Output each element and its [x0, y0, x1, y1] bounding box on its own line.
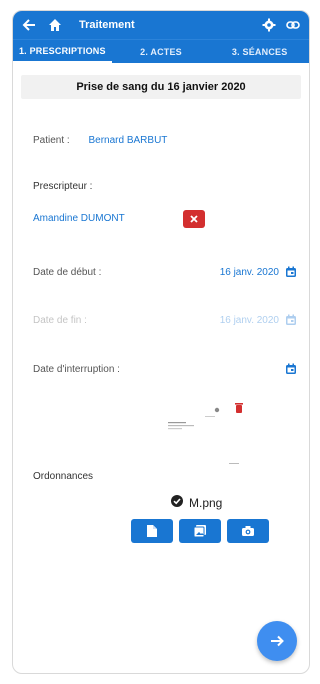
calendar-icon — [285, 314, 297, 326]
home-icon[interactable] — [47, 17, 63, 33]
date-interruption-row: Date d'interruption : — [33, 363, 297, 375]
page-title: Traitement — [79, 19, 135, 31]
remove-prescripteur-button[interactable] — [183, 210, 205, 228]
delete-icon[interactable] — [235, 400, 243, 418]
add-gallery-button[interactable] — [179, 519, 221, 543]
gallery-icon — [193, 525, 206, 538]
divider — [229, 463, 239, 464]
file-actions — [131, 519, 269, 543]
add-document-button[interactable] — [131, 519, 173, 543]
tab-seances[interactable]: 3. SÉANCES — [210, 40, 309, 63]
prescripteur-value[interactable]: Amandine DUMONT — [33, 213, 125, 224]
patient-value[interactable]: Bernard BARBUT — [88, 135, 167, 146]
tab-actes[interactable]: 2. ACTES — [112, 40, 211, 63]
check-circle-icon — [171, 495, 183, 510]
app-frame: Traitement 1. PRESCRIPTIONS 2. ACTES 3. … — [12, 10, 310, 674]
file-name[interactable]: M.png — [189, 496, 222, 510]
date-fin-value: 16 janv. 2020 — [219, 314, 279, 326]
tab-bar: 1. PRESCRIPTIONS 2. ACTES 3. SÉANCES — [13, 39, 309, 63]
date-debut-value[interactable]: 16 janv. 2020 — [220, 267, 279, 278]
date-fin-row: Date de fin : 16 janv. 2020 — [33, 314, 297, 326]
back-arrow-icon[interactable] — [21, 17, 37, 33]
ordonnances-label: Ordonnances — [33, 471, 94, 482]
attachment-thumbnail[interactable] — [163, 396, 253, 446]
prescription-title: Prise de sang du 16 janvier 2020 — [21, 75, 301, 99]
prescripteur-label: Prescripteur : — [33, 181, 93, 192]
patient-label: Patient : — [33, 135, 70, 146]
close-icon — [190, 215, 198, 223]
camera-icon — [242, 526, 254, 536]
arrow-right-icon — [271, 635, 284, 647]
patient-row: Patient : Bernard BARBUT — [33, 135, 297, 146]
tab-prescriptions[interactable]: 1. PRESCRIPTIONS — [13, 40, 112, 63]
gear-icon[interactable] — [261, 17, 277, 33]
next-button[interactable] — [257, 621, 297, 661]
prescripteur-row: Amandine DUMONT — [33, 213, 297, 224]
date-interruption-label: Date d'interruption : — [33, 363, 120, 375]
document-icon — [147, 525, 157, 537]
take-photo-button[interactable] — [227, 519, 269, 543]
link-icon[interactable] — [285, 17, 301, 33]
date-fin-label: Date de fin : — [33, 314, 87, 326]
top-app-bar: Traitement — [13, 11, 309, 39]
file-item: M.png — [171, 495, 222, 510]
calendar-icon[interactable] — [285, 266, 297, 278]
date-debut-row: Date de début : 16 janv. 2020 — [33, 266, 297, 278]
calendar-icon[interactable] — [285, 363, 297, 375]
date-debut-label: Date de début : — [33, 266, 102, 278]
